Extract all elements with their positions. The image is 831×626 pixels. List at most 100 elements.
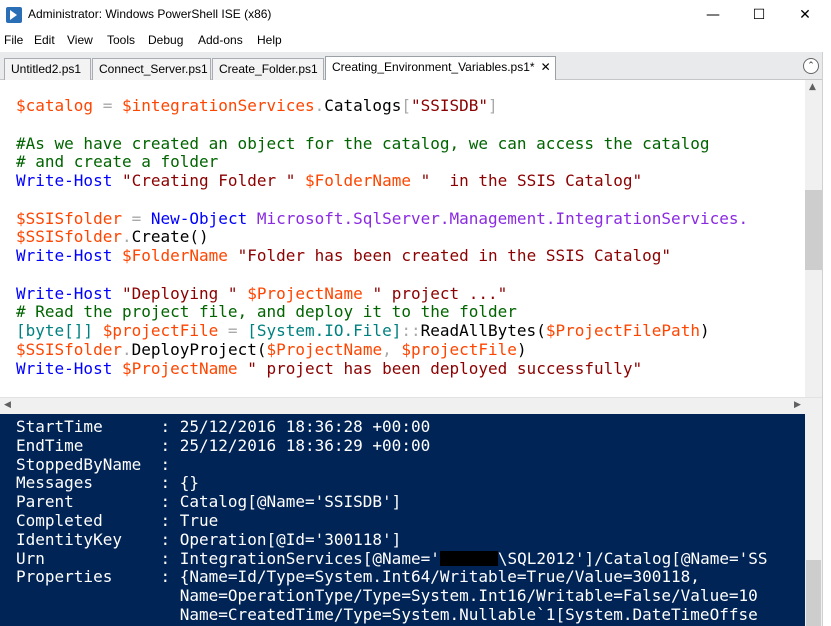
console-line: StoppedByName : <box>16 454 171 474</box>
code-token: ReadAllBytes <box>420 321 537 340</box>
menu-file[interactable]: File <box>4 33 23 47</box>
console-line: Messages : {} <box>16 473 200 493</box>
code-line: Write-Host $FolderName "Folder has been … <box>16 246 748 266</box>
tab-label: Creating_Environment_Variables.ps1* <box>332 60 535 74</box>
editor-scroll-thumb[interactable] <box>805 190 822 270</box>
console-line: Properties : {Name=Id/Type=System.Int64/… <box>16 567 700 587</box>
console-line: Parent : Catalog[@Name='SSISDB'] <box>16 492 402 512</box>
code-token: " project ..." <box>372 283 508 303</box>
code-line: $catalog = $integrationServices.Catalogs… <box>16 96 748 116</box>
console-line: EndTime : 25/12/2016 18:36:29 +00:00 <box>16 435 431 455</box>
tab-label: Create_Folder.ps1 <box>219 62 318 76</box>
code-token: DeployProject <box>131 339 257 359</box>
code-token: #As we have created an object for the ca… <box>16 133 710 153</box>
script-tabs: Untitled2.ps1 Connect_Server.ps1 Create_… <box>0 52 831 81</box>
code-token: "SSISDB" <box>410 96 489 115</box>
scroll-up-icon[interactable]: ▲ <box>809 82 816 92</box>
code-token: . <box>121 227 132 247</box>
code-token: $SSISfolder <box>16 208 122 228</box>
code-token: :: <box>401 321 421 340</box>
code-token: [System.IO.File] <box>247 321 402 340</box>
code-line: #As we have created an object for the ca… <box>16 133 748 154</box>
code-token: = <box>93 96 122 115</box>
console-line: IdentityKey : Operation[@Id='300118'] <box>16 529 402 549</box>
code-token: , <box>382 339 402 359</box>
code-token: ( <box>536 321 546 340</box>
code-token: $projectFile <box>401 339 517 359</box>
tab-close-icon[interactable]: ✕ <box>541 60 551 74</box>
code-token: " in the SSIS Catalog" <box>420 171 643 190</box>
tab-label: Untitled2.ps1 <box>11 62 82 76</box>
code-token: Write-Host <box>16 283 113 303</box>
code-line: # Read the project file, and deploy it t… <box>16 302 748 322</box>
console-scroll-thumb[interactable] <box>806 560 821 626</box>
code-token: . <box>121 339 132 359</box>
menu-add-ons[interactable]: Add-ons <box>198 33 243 47</box>
tab-connect-server[interactable]: Connect_Server.ps1 <box>92 58 211 80</box>
editor-horizontal-scrollbar[interactable]: ◀ ▶ <box>0 397 822 414</box>
code-token: = <box>121 208 151 228</box>
code-token: () <box>189 227 209 247</box>
tab-create-folder[interactable]: Create_Folder.ps1 <box>212 58 324 80</box>
code-token: $ProjectName <box>247 283 363 303</box>
code-line: $SSISfolder.Create() <box>16 227 748 247</box>
code-token: ) <box>699 321 710 340</box>
code-token: . <box>314 96 325 115</box>
menu-help[interactable]: Help <box>257 33 282 47</box>
console-output: StartTime : 25/12/2016 18:36:28 +00:00 En… <box>16 417 768 625</box>
code-line: # and create a folder <box>16 152 748 172</box>
scroll-right-icon[interactable]: ▶ <box>794 400 801 410</box>
commands-pane-edge <box>822 52 831 626</box>
code-token: $ProjectName <box>121 358 238 378</box>
code-token: # Read the project file, and deploy it t… <box>16 302 517 322</box>
maximize-button[interactable]: ☐ <box>736 0 782 30</box>
code-token: $FolderName <box>305 171 411 190</box>
minimize-button[interactable]: — <box>690 0 736 30</box>
close-button[interactable]: ✕ <box>782 0 828 30</box>
code-token: [ <box>401 96 411 115</box>
code-token: $SSISfolder <box>16 227 122 247</box>
menu-edit[interactable]: Edit <box>34 33 55 47</box>
code-line: Write-Host $ProjectName " project has be… <box>16 358 748 379</box>
menu-bar: File Edit View Tools Debug Add-ons Help <box>0 30 831 50</box>
menu-view[interactable]: View <box>67 33 93 47</box>
code-token: Microsoft.SqlServer.Management.Integrati… <box>256 208 749 228</box>
code-token: [byte[]] <box>16 321 94 340</box>
code-token: " project has been deployed successfully… <box>247 358 643 378</box>
console-text: Urn : IntegrationServices[@Name=' <box>16 548 440 568</box>
collapse-script-pane-button[interactable]: ⌃ <box>803 58 819 74</box>
code-token: ] <box>488 96 498 115</box>
tab-creating-environment-variables[interactable]: Creating_Environment_Variables.ps1* ✕ <box>325 56 556 81</box>
script-editor[interactable]: $catalog = $integrationServices.Catalogs… <box>0 80 820 397</box>
window-title: Administrator: Windows PowerShell ISE (x… <box>28 7 272 21</box>
console-line: Completed : True <box>16 510 219 530</box>
console-pane[interactable]: StartTime : 25/12/2016 18:36:28 +00:00 En… <box>0 414 822 626</box>
menu-debug[interactable]: Debug <box>148 33 183 47</box>
code-line: $SSISfolder.DeployProject($ProjectName, … <box>16 339 748 360</box>
redacted-block <box>439 550 498 566</box>
code-token: $ProjectFilePath <box>545 321 700 340</box>
powershell-icon <box>6 7 22 23</box>
code-token: $ProjectName <box>266 339 383 359</box>
code-token: $integrationServices <box>121 96 315 115</box>
tab-untitled2[interactable]: Untitled2.ps1 <box>4 58 91 80</box>
code-token: # and create a folder <box>16 152 219 172</box>
scroll-left-icon[interactable]: ◀ <box>4 400 11 410</box>
code-token: "Folder has been created in the SSIS Cat… <box>237 246 672 265</box>
code-token: = <box>218 321 248 340</box>
code-token: ) <box>516 339 527 359</box>
code-token: Write-Host <box>16 246 113 265</box>
menu-tools[interactable]: Tools <box>107 33 135 47</box>
